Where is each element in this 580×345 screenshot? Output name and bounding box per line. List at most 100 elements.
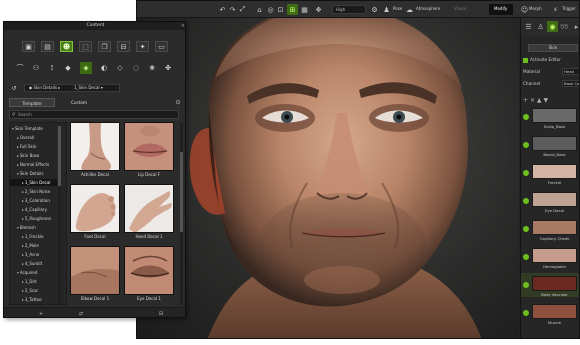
channel-dropdown[interactable]: Base Color [562,80,579,87]
tree-item[interactable]: ▾Acquired [10,269,37,276]
visual-label[interactable]: Visual [454,6,466,11]
motion-icon[interactable]: ✦ [136,41,149,52]
props-icon[interactable]: ⬚ [79,41,92,52]
layer-visibility-icon[interactable] [523,282,529,288]
collapsed-arrow-icon[interactable]: ▸ [22,262,24,266]
figure-icon[interactable]: ♙ [535,21,546,32]
sub-makeup-icon[interactable]: ◌ [130,62,142,74]
sub-skin-icon[interactable]: ◈ [80,62,92,74]
expanded-arrow-icon[interactable]: ▾ [17,226,19,230]
atmosphere-label[interactable]: Atmosphere [416,6,440,11]
pose-label[interactable]: Pose [393,6,402,11]
material-icon[interactable]: ◉ [547,21,558,32]
collapsed-arrow-icon[interactable]: ▸ [22,181,24,185]
tree-item[interactable]: ▾Skin Details [10,170,43,177]
collapsed-arrow-icon[interactable]: ▸ [17,136,19,140]
collapsed-arrow-icon[interactable]: ▸ [22,289,24,293]
tree-item[interactable]: ▸5_Roughness [10,215,51,222]
3d-viewport[interactable] [137,18,519,338]
collapsed-arrow-icon[interactable]: ▸ [17,145,19,149]
tree-item[interactable]: ▸2_Mole [10,242,39,249]
tree-item[interactable]: ▸Full Skin [10,143,36,150]
sub-eyes-icon[interactable]: ◐ [98,62,110,74]
tree-item[interactable]: ▸4_Capillary [10,206,47,213]
tab-template[interactable]: Template [9,98,55,107]
sub-hair-icon[interactable]: ⌒ [14,62,26,74]
layer-visibility-icon[interactable] [523,170,529,176]
layer-visibility-icon[interactable] [523,226,529,232]
sub-teeth-icon[interactable]: ◇ [114,62,126,74]
breadcrumb-item-2[interactable]: 1_Skin Decal ▾ [74,84,103,92]
screen-icon[interactable]: ▭ [155,41,168,52]
layer-visibility-icon[interactable] [523,142,529,148]
collapsed-arrow-icon[interactable]: ▸ [22,199,24,203]
trigger-tab[interactable]: Trigger [562,6,576,11]
tree-item[interactable]: ▸Normal Effects [10,161,49,168]
collapsed-arrow-icon[interactable]: ▸ [22,280,24,284]
layer-visibility-icon[interactable] [523,310,529,316]
reset-icon[interactable]: ⤢ [237,4,248,15]
sub-cloth-icon[interactable]: ❀ [146,62,158,74]
layer-up-icon[interactable]: ▲ [537,97,542,104]
layer-delete-icon[interactable]: ✕ [530,97,535,104]
collapsed-arrow-icon[interactable]: ▸ [22,244,24,248]
sub-accessory-icon[interactable]: ⟟ [46,62,58,74]
home-icon[interactable]: ⌂ [254,4,265,15]
trigger-icon[interactable]: ⚡ [550,4,561,15]
scene-icon[interactable]: ⊟ [117,41,130,52]
expanded-arrow-icon[interactable]: ▾ [17,271,19,275]
activate-editor-row[interactable]: Activate Editor [523,55,579,64]
tree-item[interactable]: ▾Blemish [10,224,36,231]
layer-visibility-icon[interactable] [523,254,529,260]
tree-item[interactable]: ▸1_Dirt [10,278,37,285]
layer-add-icon[interactable]: + [523,97,528,104]
tree-item[interactable]: ▸2_Scar [10,287,38,294]
collapsed-arrow-icon[interactable]: ▸ [17,154,19,158]
breadcrumb-item-1[interactable]: ◆ Skin Details ▸ [29,84,60,92]
more-icon[interactable]: ▸ [571,21,579,32]
tree-scrollbar[interactable] [58,122,61,305]
layer-visibility-icon[interactable] [523,198,529,204]
collapsed-arrow-icon[interactable]: ▸ [22,190,24,194]
footer-add-icon[interactable]: + [34,310,48,317]
layer-down-icon[interactable]: ▼ [543,97,548,104]
panel-menu-icon[interactable]: ⊙ [172,96,184,108]
layer-visibility-icon[interactable] [523,114,529,120]
tree-item[interactable]: ▸3_Tattoo [10,296,42,303]
collapsed-arrow-icon[interactable]: ▸ [17,163,19,167]
tab-custom[interactable]: Custom [56,98,102,107]
sub-body-icon[interactable]: ⚇ [30,62,42,74]
tree-item[interactable]: ▸4_Sunbit [10,260,42,267]
tree-item[interactable]: ▸1_Freckle [10,233,43,240]
tree-item[interactable]: ▸3_Coloration [10,197,50,204]
tree-item[interactable]: ▸Skin Base [10,152,39,159]
frame-icon[interactable]: ⊡ [275,4,286,15]
morph-tab[interactable]: Morph [529,6,542,11]
skin-button[interactable]: Skin [528,44,578,52]
footer-view-icon[interactable]: ⊟ [154,310,168,317]
back-icon[interactable]: ↺ [8,82,20,94]
project-icon[interactable]: ▣ [22,41,35,52]
expanded-arrow-icon[interactable]: ▾ [12,127,14,131]
set-icon[interactable]: ▤ [41,41,54,52]
transform-icon[interactable]: ✥ [313,4,324,15]
grid-scroll-thumb[interactable] [180,152,183,232]
tree-item[interactable]: ▸Overall [10,134,34,141]
search-input[interactable]: ⚲ Search [9,110,179,119]
tree-scroll-thumb[interactable] [58,126,61,186]
collapsed-arrow-icon[interactable]: ▸ [22,217,24,221]
render-mode-icon[interactable]: ▦ [299,4,310,15]
avatar-icon[interactable]: ☻ [60,41,73,52]
collapsed-arrow-icon[interactable]: ▸ [22,235,24,239]
settings-icon[interactable]: ⚙ [369,4,380,15]
expanded-arrow-icon[interactable]: ▾ [17,172,19,176]
atmosphere-icon[interactable]: ☁ [404,4,415,15]
quality-dropdown[interactable]: High [332,5,366,14]
footer-swap-icon[interactable]: ⇄ [74,310,88,317]
tree-item[interactable]: ▸3_Acne [10,251,39,258]
layout-icon[interactable]: ❐ [98,41,111,52]
grid-scrollbar[interactable] [180,122,183,305]
collapsed-arrow-icon[interactable]: ▸ [22,253,24,257]
tree-item[interactable]: ▸2_Skin Noise [10,188,50,195]
material-dropdown[interactable]: Head [562,68,579,75]
